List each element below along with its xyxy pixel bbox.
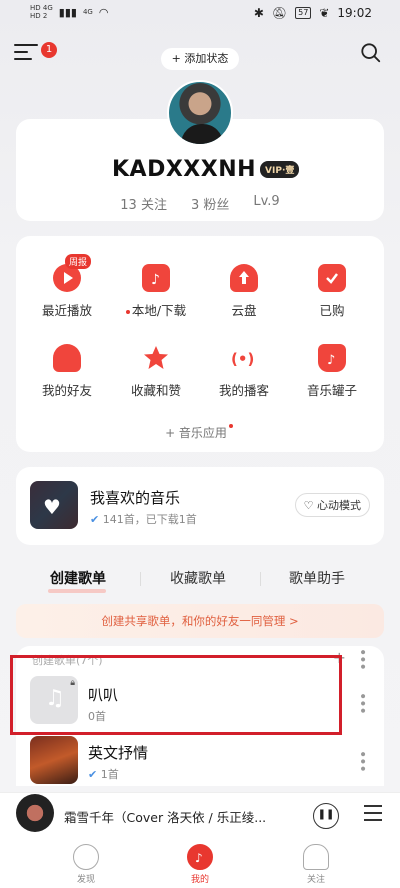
verified-icon: ✔ bbox=[90, 513, 100, 526]
svg-text:♪: ♪ bbox=[151, 272, 160, 288]
weekly-report-tag: 周报 bbox=[65, 254, 92, 269]
local-download-item[interactable]: ♪ 本地/下载 bbox=[116, 264, 196, 319]
liked-music-card[interactable]: ♥ 我喜欢的音乐 ✔ 141首，已下载1首 ♡ 心动模式 bbox=[16, 467, 384, 545]
user-level[interactable]: Lv.9 bbox=[253, 194, 279, 213]
podcast-item[interactable]: (•) 我的播客 bbox=[204, 344, 284, 399]
recent-play-label: 最近播放 bbox=[41, 303, 92, 318]
mute-icon: 🔕︎ bbox=[271, 6, 288, 20]
playlist-count: 1首 bbox=[100, 768, 119, 781]
playlist-tabs: 创建歌单 收藏歌单 歌单助手 bbox=[0, 568, 400, 596]
vip-badge[interactable]: VIP·壹 bbox=[260, 161, 300, 178]
bluetooth-icon: ✱ bbox=[253, 6, 264, 20]
clock: 19:02 bbox=[337, 6, 372, 20]
battery-icon: 57 bbox=[295, 7, 312, 19]
highlight-box bbox=[10, 655, 342, 735]
heart-icon: ♥ bbox=[43, 495, 61, 519]
bag-icon bbox=[318, 264, 346, 292]
friends-label: 我的好友 bbox=[41, 383, 92, 398]
liked-music-subtitle: 141首，已下载1首 bbox=[102, 513, 197, 526]
avatar[interactable] bbox=[167, 80, 233, 146]
discover-icon bbox=[73, 844, 99, 870]
recent-play-item[interactable]: 周报 最近播放 bbox=[27, 254, 107, 319]
podcast-label: 我的播客 bbox=[218, 383, 269, 398]
friends-item[interactable]: 我的好友 bbox=[27, 344, 107, 399]
svg-text:♪: ♪ bbox=[327, 353, 335, 368]
liked-music-cover: ♥ bbox=[30, 481, 78, 529]
friends-icon bbox=[53, 344, 81, 372]
tab-collected[interactable]: 收藏歌单 bbox=[170, 568, 226, 588]
mini-player[interactable]: 霜雪千年（Cover 洛天依 / 乐正绫... ❚❚ bbox=[0, 792, 400, 838]
svg-text:♪: ♪ bbox=[195, 851, 203, 865]
podcast-icon: (•) bbox=[230, 344, 258, 372]
tab-assistant[interactable]: 歌单助手 bbox=[289, 568, 345, 588]
bottom-nav: 发现 ♪ 我的 关注 bbox=[0, 838, 400, 888]
new-dot bbox=[125, 309, 130, 314]
shared-playlist-banner[interactable]: 创建共享歌单，和你的好友一同管理 > bbox=[16, 604, 384, 638]
pause-button[interactable]: ❚❚ bbox=[313, 803, 339, 829]
following-count[interactable]: 13 关注 bbox=[120, 194, 167, 213]
playlist-more-icon[interactable]: ••• bbox=[354, 692, 370, 714]
header: 1 + 添加状态 bbox=[0, 40, 400, 76]
playlist-cover bbox=[30, 736, 78, 784]
local-download-label: 本地/下载 bbox=[131, 303, 187, 318]
follow-icon bbox=[303, 844, 329, 870]
cloud-icon bbox=[230, 264, 258, 292]
heart-mode-button[interactable]: ♡ 心动模式 bbox=[294, 493, 370, 517]
svg-text:(•): (•) bbox=[231, 350, 254, 368]
signal-4g: 4G bbox=[82, 8, 93, 16]
music-jar-label: 音乐罐子 bbox=[306, 383, 357, 398]
favorites-label: 收藏和赞 bbox=[130, 383, 181, 398]
cloud-drive-item[interactable]: 云盘 bbox=[204, 264, 284, 319]
music-note-icon: ♪ bbox=[142, 264, 170, 292]
menu-badge: 1 bbox=[41, 42, 57, 58]
playlist-queue-icon[interactable] bbox=[364, 805, 382, 823]
function-grid: 周报 最近播放 ♪ 本地/下载 云盘 已购 我的好友 收藏和赞 (•) 我的播客 bbox=[16, 236, 384, 452]
nav-mine[interactable]: ♪ 我的 bbox=[170, 844, 230, 885]
add-status-button[interactable]: + 添加状态 bbox=[161, 48, 239, 70]
status-bar: HD 4G HD 2 ▮▮▮ 4G ◠ ✱ 🔕︎ 57 ❦ 19:02 bbox=[0, 0, 400, 28]
playlist-more-icon[interactable]: ••• bbox=[354, 750, 370, 772]
username[interactable]: KADXXXNH bbox=[112, 157, 256, 182]
section-more-icon[interactable]: ••• bbox=[354, 648, 370, 670]
favorites-item[interactable]: 收藏和赞 bbox=[116, 344, 196, 399]
purchased-label: 已购 bbox=[319, 303, 345, 318]
menu-icon[interactable]: 1 bbox=[14, 42, 57, 64]
signal-icon: ▮▮▮ bbox=[58, 5, 77, 19]
heart-outline-icon: ♡ bbox=[303, 499, 314, 512]
cloud-drive-label: 云盘 bbox=[231, 303, 257, 318]
leaf-icon: ❦ bbox=[319, 6, 330, 20]
network-indicator-1: HD 4G bbox=[30, 4, 53, 12]
playlist-title[interactable]: 英文抒情 bbox=[88, 742, 148, 763]
music-app-button[interactable]: + 音乐应用 bbox=[16, 424, 384, 441]
music-jar-item[interactable]: ♪ 音乐罐子 bbox=[292, 344, 372, 399]
now-playing-title[interactable]: 霜雪千年（Cover 洛天依 / 乐正绫... bbox=[64, 807, 304, 826]
profile-stats: 13 关注 3 粉丝 Lv.9 bbox=[16, 194, 384, 213]
network-indicator-2: HD 2 bbox=[30, 12, 48, 20]
mine-icon: ♪ bbox=[187, 844, 213, 870]
nav-follow[interactable]: 关注 bbox=[286, 844, 346, 885]
album-disc[interactable] bbox=[16, 794, 54, 832]
verified-icon: ✔ bbox=[88, 768, 98, 781]
tab-underline bbox=[48, 589, 106, 593]
followers-count[interactable]: 3 粉丝 bbox=[191, 194, 229, 213]
purchased-item[interactable]: 已购 bbox=[292, 264, 372, 319]
new-dot bbox=[228, 424, 233, 428]
search-icon[interactable] bbox=[360, 42, 382, 64]
star-icon bbox=[142, 344, 170, 372]
jar-icon: ♪ bbox=[318, 344, 346, 372]
wifi-icon: ◠ bbox=[98, 5, 109, 19]
nav-discover[interactable]: 发现 bbox=[56, 844, 116, 885]
tab-created[interactable]: 创建歌单 bbox=[50, 568, 106, 588]
liked-music-title: 我喜欢的音乐 bbox=[90, 489, 181, 507]
